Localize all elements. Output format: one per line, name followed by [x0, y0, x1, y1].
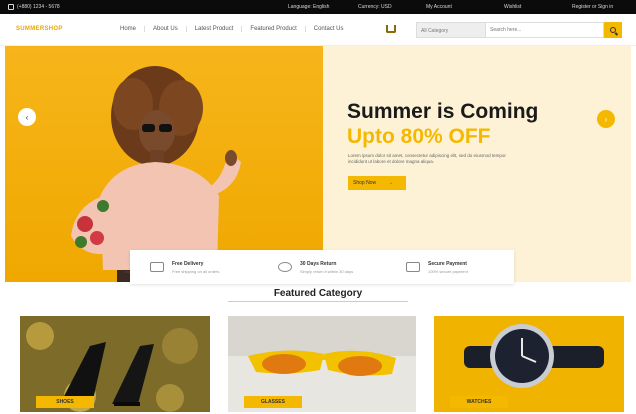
feature-returns: 30 Days Return Simply return it within 3… [258, 250, 386, 284]
hero-subtitle: Upto 80% OFF [347, 125, 491, 148]
section-divider [228, 301, 408, 302]
my-account-link[interactable]: My Account [426, 4, 452, 10]
menu-item-contact[interactable]: Contact Us [306, 26, 352, 32]
arrow-right-icon: → [388, 180, 394, 186]
category-card-shoes[interactable]: SHOES [20, 316, 210, 412]
feature-subtitle: Free shipping on all orders [172, 268, 220, 274]
feature-title: 30 Days Return [300, 260, 337, 267]
shop-now-button[interactable]: Shop Now → [348, 176, 406, 190]
menu-item-featured[interactable]: Featured Product [242, 26, 306, 32]
return-icon [278, 262, 292, 272]
search-category-select[interactable]: All Category [416, 22, 486, 38]
search-input[interactable] [486, 22, 604, 38]
feature-subtitle: 100% secure payment [428, 268, 468, 274]
language-selector[interactable]: Language: English [288, 4, 329, 10]
page: (+880) 1234 - 5678 Language: English Cur… [0, 0, 636, 414]
carousel-prev-button[interactable]: ‹ [18, 108, 36, 126]
main-nav: SUMMERSHOP Home About Us Latest Product … [0, 14, 636, 46]
top-bar: (+880) 1234 - 5678 Language: English Cur… [0, 0, 636, 14]
menu-item-about[interactable]: About Us [145, 26, 187, 32]
hero-description: Lorem ipsum dolor sit amet, consectetur … [348, 153, 506, 164]
category-card-watches[interactable]: WATCHES [434, 316, 624, 412]
menu-item-latest[interactable]: Latest Product [187, 26, 243, 32]
phone-number: (+880) 1234 - 5678 [17, 4, 60, 10]
chevron-right-icon: › [604, 114, 608, 124]
category-label: GLASSES [244, 396, 302, 408]
currency-selector[interactable]: Currency: USD [358, 4, 392, 10]
hero-title: Summer is Coming [347, 100, 539, 123]
card-icon [406, 262, 420, 272]
chevron-left-icon: ‹ [25, 112, 29, 122]
category-label: WATCHES [450, 396, 508, 408]
category-card-glasses[interactable]: GLASSES [228, 316, 416, 412]
search-icon [610, 27, 616, 33]
feature-title: Secure Payment [428, 260, 467, 267]
shop-now-label: Shop Now [353, 180, 377, 186]
carousel-next-button[interactable]: › [597, 110, 615, 128]
hero-banner [5, 46, 631, 282]
hero-model-image [5, 46, 323, 282]
search-bar: All Category [416, 22, 622, 38]
menu-item-home[interactable]: Home [112, 26, 146, 32]
cart-icon[interactable] [386, 25, 396, 33]
feature-secure-payment: Secure Payment 100% secure payment [386, 250, 514, 284]
category-label: SHOES [36, 396, 94, 408]
phone-icon [8, 4, 14, 10]
search-button[interactable] [604, 22, 622, 38]
section-title: Featured Category [273, 288, 363, 299]
wishlist-link[interactable]: Wishlist [504, 4, 521, 10]
features-bar: Free Delivery Free shipping on all order… [130, 250, 514, 284]
feature-title: Free Delivery [172, 260, 204, 267]
main-menu: Home About Us Latest Product Featured Pr… [112, 26, 351, 32]
truck-icon [150, 262, 164, 272]
site-logo[interactable]: SUMMERSHOP [16, 26, 63, 32]
feature-free-delivery: Free Delivery Free shipping on all order… [130, 250, 258, 284]
phone-contact[interactable]: (+880) 1234 - 5678 [8, 4, 60, 10]
feature-subtitle: Simply return it within 30 days [300, 268, 354, 274]
login-link[interactable]: Register or Sign in [572, 4, 613, 10]
